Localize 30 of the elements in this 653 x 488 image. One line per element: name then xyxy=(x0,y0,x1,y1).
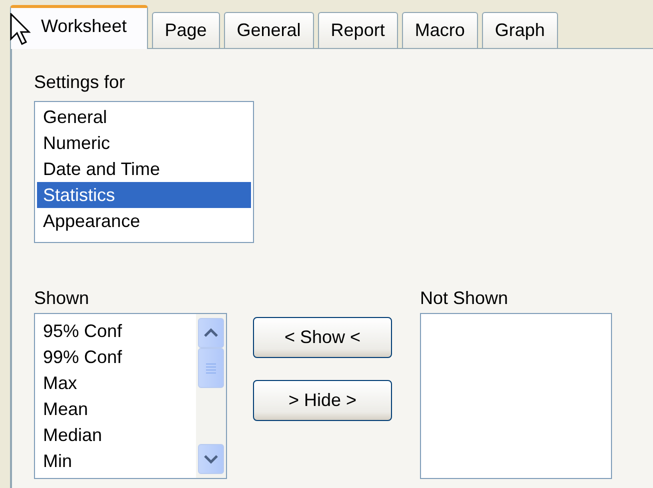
list-item[interactable]: Mean xyxy=(35,396,196,422)
list-item[interactable]: 99% Conf xyxy=(35,344,196,370)
list-item[interactable]: Statistics xyxy=(37,182,251,208)
shown-list[interactable]: 95% Conf 99% Conf Max Mean Median Min xyxy=(34,313,227,479)
scroll-down-icon[interactable] xyxy=(198,444,224,474)
scroll-up-icon[interactable] xyxy=(198,318,224,348)
move-button[interactable]: > Hide > xyxy=(253,380,392,421)
tab[interactable]: Worksheet xyxy=(10,5,148,49)
tab[interactable]: Graph xyxy=(482,12,558,48)
list-item[interactable]: Max xyxy=(35,370,196,396)
not-shown-list[interactable] xyxy=(420,313,612,479)
list-item[interactable]: General xyxy=(37,104,251,130)
scrollbar[interactable] xyxy=(196,314,226,478)
scroll-thumb[interactable] xyxy=(198,348,224,388)
list-item[interactable]: Appearance xyxy=(37,208,251,234)
settings-label: Settings for xyxy=(34,71,126,93)
not-shown-label: Not Shown xyxy=(420,287,510,309)
list-item[interactable]: Median xyxy=(35,422,196,448)
cursor-icon xyxy=(10,13,32,47)
list-item[interactable]: Min xyxy=(35,448,196,474)
list-item[interactable]: 95% Conf xyxy=(35,318,196,344)
tab[interactable]: Macro xyxy=(402,12,478,48)
tab[interactable]: Report xyxy=(318,12,398,48)
settings-list[interactable]: General Numeric Date and Time Statistics Appearance xyxy=(34,101,254,243)
shown-label: Shown xyxy=(34,287,90,309)
list-item[interactable]: Numeric xyxy=(37,130,251,156)
tab[interactable]: Page xyxy=(152,12,220,48)
tab[interactable]: General xyxy=(224,12,314,48)
list-item[interactable]: Date and Time xyxy=(37,156,251,182)
move-button[interactable]: < Show < xyxy=(253,317,392,358)
